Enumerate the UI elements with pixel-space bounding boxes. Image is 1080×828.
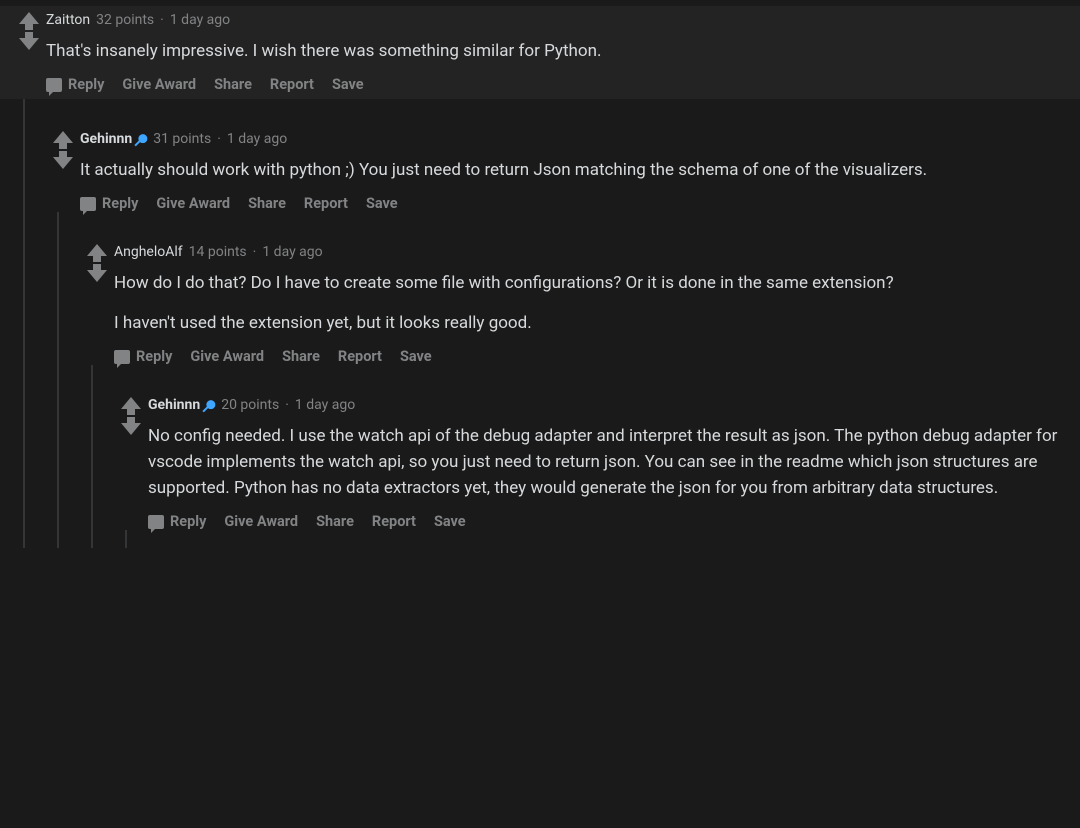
separator-dot: · <box>217 129 221 149</box>
comment-meta: Zaitton 32 points · 1 day ago <box>46 10 1062 30</box>
reply-button[interactable]: Reply <box>46 76 104 93</box>
report-button[interactable]: Report <box>338 348 382 365</box>
author-link[interactable]: AngheloAlf <box>114 242 183 262</box>
reply-button[interactable]: Reply <box>114 348 172 365</box>
give-award-button[interactable]: Give Award <box>122 76 196 93</box>
give-award-button[interactable]: Give Award <box>224 513 298 530</box>
comment-text: That's insanely impressive. I wish there… <box>46 38 1062 64</box>
comment-text: It actually should work with python ;) Y… <box>80 157 1062 183</box>
report-button[interactable]: Report <box>304 195 348 212</box>
report-button[interactable]: Report <box>270 76 314 93</box>
downvote-icon[interactable] <box>19 38 39 50</box>
comment-meta: AngheloAlf 14 points · 1 day ago <box>114 242 1062 262</box>
separator-dot: · <box>285 395 289 415</box>
downvote-icon[interactable] <box>87 270 107 282</box>
reply-button[interactable]: Reply <box>80 195 138 212</box>
give-award-button[interactable]: Give Award <box>156 195 230 212</box>
points-label: 31 points <box>153 129 211 149</box>
timestamp: 1 day ago <box>227 129 287 149</box>
separator-dot: · <box>160 10 164 30</box>
comment: AngheloAlf 14 points · 1 day ago How do … <box>80 240 1080 365</box>
timestamp: 1 day ago <box>170 10 230 30</box>
points-label: 20 points <box>221 395 279 415</box>
save-button[interactable]: Save <box>400 348 432 365</box>
comment-text: How do I do that? Do I have to create so… <box>114 270 1062 336</box>
comment: Gehinnn 20 points · 1 day ago No config … <box>114 393 1080 530</box>
action-bar: Reply Give Award Share Report Save <box>114 348 1062 365</box>
points-label: 14 points <box>189 242 247 262</box>
action-bar: Reply Give Award Share Report Save <box>148 513 1062 530</box>
upvote-icon[interactable] <box>121 397 141 409</box>
speech-bubble-icon <box>80 197 96 211</box>
speech-bubble-icon <box>148 515 164 529</box>
comment: Gehinnn 31 points · 1 day ago It actuall… <box>46 127 1080 212</box>
points-label: 32 points <box>96 10 154 30</box>
upvote-icon[interactable] <box>53 131 73 143</box>
speech-bubble-icon <box>114 350 130 364</box>
author-link[interactable]: Gehinnn <box>80 129 132 149</box>
comment-meta: Gehinnn 20 points · 1 day ago <box>148 395 1062 415</box>
vote-column <box>80 240 114 365</box>
comment: Zaitton 32 points · 1 day ago That's ins… <box>0 6 1080 99</box>
give-award-button[interactable]: Give Award <box>190 348 264 365</box>
report-button[interactable]: Report <box>372 513 416 530</box>
vote-column <box>114 393 148 530</box>
share-button[interactable]: Share <box>316 513 354 530</box>
timestamp: 1 day ago <box>262 242 322 262</box>
comment-thread: Zaitton 32 points · 1 day ago That's ins… <box>0 0 1080 554</box>
speech-bubble-icon <box>46 78 62 92</box>
reply-button[interactable]: Reply <box>148 513 206 530</box>
separator-dot: · <box>253 242 257 262</box>
comment-text: No config needed. I use the watch api of… <box>148 423 1062 501</box>
vote-column <box>46 127 80 212</box>
action-bar: Reply Give Award Share Report Save <box>46 76 1062 93</box>
save-button[interactable]: Save <box>434 513 466 530</box>
timestamp: 1 day ago <box>295 395 355 415</box>
save-button[interactable]: Save <box>332 76 364 93</box>
action-bar: Reply Give Award Share Report Save <box>80 195 1062 212</box>
vote-column <box>12 8 46 93</box>
downvote-icon[interactable] <box>53 157 73 169</box>
comment-meta: Gehinnn 31 points · 1 day ago <box>80 129 1062 149</box>
microphone-icon <box>201 394 222 415</box>
upvote-icon[interactable] <box>87 244 107 256</box>
share-button[interactable]: Share <box>214 76 252 93</box>
save-button[interactable]: Save <box>366 195 398 212</box>
share-button[interactable]: Share <box>248 195 286 212</box>
upvote-icon[interactable] <box>19 12 39 24</box>
microphone-icon <box>133 128 154 149</box>
downvote-icon[interactable] <box>121 423 141 435</box>
author-link[interactable]: Gehinnn <box>148 395 200 415</box>
author-link[interactable]: Zaitton <box>46 10 90 30</box>
share-button[interactable]: Share <box>282 348 320 365</box>
